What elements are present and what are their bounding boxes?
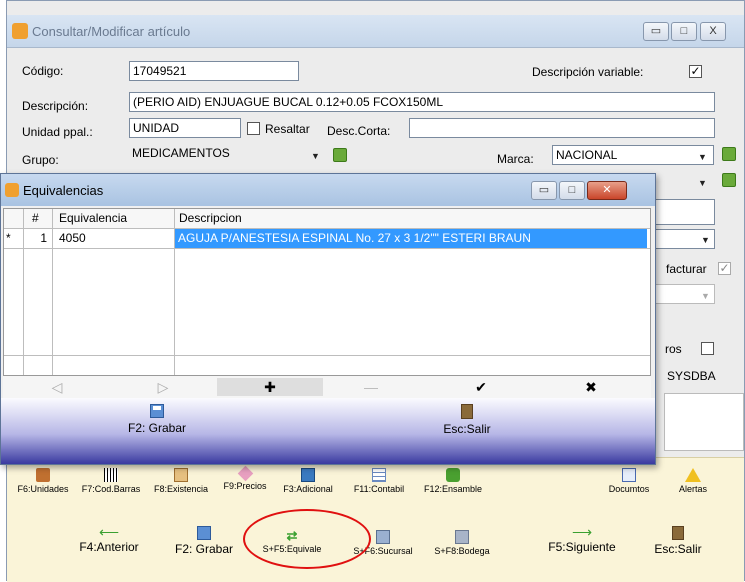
row-num: 1 (40, 231, 47, 245)
resaltar-checkbox[interactable] (247, 122, 260, 135)
resaltar-label: Resaltar (265, 122, 310, 136)
ensamble-button[interactable]: F12:Ensamble (415, 468, 491, 494)
grupo-add-icon[interactable] (333, 148, 347, 162)
warning-icon (685, 468, 701, 482)
dialog-app-icon (5, 183, 19, 197)
window-icon (301, 468, 315, 482)
equivalencias-dialog: Equivalencias ▭ □ ✕ # Equivalencia Descr… (0, 173, 656, 465)
chevron-down-icon[interactable]: ▼ (698, 152, 707, 162)
clipboard-icon (174, 468, 188, 482)
prior-button[interactable]: ◁ (17, 378, 97, 396)
hidden-field-1[interactable] (647, 199, 715, 225)
save-icon (197, 526, 211, 540)
facturar-checkbox[interactable]: ✓ (718, 262, 731, 275)
close-button[interactable]: X (700, 22, 726, 41)
unidad-label: Unidad ppal.: (22, 125, 93, 139)
main-window-title: Consultar/Modificar artículo (32, 24, 191, 39)
dialog-titlebar: Equivalencias ▭ □ ✕ (1, 174, 655, 206)
dialog-exit-button[interactable]: Esc:Salir (427, 404, 507, 436)
grupo-label: Grupo: (22, 153, 59, 167)
alertas-button[interactable]: Alertas (668, 468, 718, 494)
box-icon (36, 468, 50, 482)
descripcion-label: Descripción: (22, 99, 89, 113)
spreadsheet-icon (372, 468, 386, 482)
siguiente-button[interactable]: ⟶ F5:Siguiente (538, 524, 626, 554)
column-header-equivalencia[interactable]: Equivalencia (56, 209, 174, 228)
equivalencias-grid[interactable]: # Equivalencia Descripcion * 1 4050 AGUJ… (3, 208, 651, 376)
marca-add-icon[interactable] (722, 147, 736, 161)
desc-corta-field[interactable] (409, 118, 715, 138)
ros-label: ros (665, 342, 682, 356)
cod-barras-button[interactable]: F7:Cod.Barras (76, 468, 146, 494)
contabil-button[interactable]: F11:Contabil (344, 468, 414, 494)
user-text: SYSDBA (667, 369, 716, 383)
desc-corta-label: Desc.Corta: (327, 124, 391, 138)
door-icon (461, 404, 473, 419)
branch-icon (376, 530, 390, 544)
row-equivalencia[interactable]: 4050 (56, 229, 174, 248)
delete-button[interactable]: — (331, 378, 411, 396)
marca-label: Marca: (497, 152, 534, 166)
door-icon (672, 526, 684, 540)
documentos-button[interactable]: Documtos (598, 468, 660, 494)
row-descripcion[interactable]: AGUJA P/ANESTESIA ESPINAL No. 27 x 3 1/2… (175, 229, 647, 248)
maximize-button[interactable]: □ (671, 22, 697, 41)
navigator-bar: ◁ ▷ ✚ — ✔ ✖ (3, 376, 651, 399)
warehouse-icon (455, 530, 469, 544)
save-icon (150, 404, 164, 418)
add-icon[interactable] (722, 173, 736, 187)
grid-header: # Equivalencia Descripcion (4, 209, 650, 229)
dialog-footer: F2: Grabar Esc:Salir (1, 398, 655, 464)
existencia-button[interactable]: F8:Existencia (150, 468, 212, 494)
marca-value: NACIONAL (556, 148, 618, 162)
column-header-descripcion[interactable]: Descripcion (176, 209, 646, 228)
notes-box[interactable] (664, 393, 744, 451)
dialog-save-button[interactable]: F2: Grabar (117, 404, 197, 435)
arrow-right-icon: ⟶ (571, 524, 593, 540)
post-button[interactable]: ✔ (441, 378, 521, 396)
salir-button[interactable]: Esc:Salir (646, 526, 710, 556)
main-titlebar: Consultar/Modificar artículo ▭ □ X (7, 15, 744, 48)
next-button[interactable]: ▷ (123, 378, 203, 396)
insert-button[interactable]: ✚ (217, 378, 323, 396)
facturar-label: facturar (666, 262, 707, 276)
table-row[interactable]: * 1 4050 AGUJA P/ANESTESIA ESPINAL No. 2… (4, 229, 650, 249)
unidades-button[interactable]: F6:Unidades (12, 468, 74, 494)
chevron-down-icon[interactable]: ▼ (701, 235, 710, 245)
ros-checkbox[interactable] (701, 342, 714, 355)
column-header-num[interactable]: # (28, 209, 52, 228)
descripcion-variable-label: Descripción variable: (532, 65, 644, 79)
barcode-icon (104, 468, 118, 482)
puzzle-icon (446, 468, 460, 482)
dialog-close-button[interactable]: ✕ (587, 181, 627, 200)
unidad-field[interactable]: UNIDAD (129, 118, 241, 138)
grupo-value: MEDICAMENTOS (132, 146, 230, 160)
chevron-down-icon[interactable]: ▼ (311, 151, 320, 161)
adicional-button[interactable]: F3:Adicional (275, 468, 341, 494)
grupo-select[interactable]: MEDICAMENTOS (129, 144, 325, 164)
descripcion-variable-checkbox[interactable]: ✓ (689, 65, 702, 78)
document-icon (622, 468, 636, 482)
descripcion-field[interactable]: (PERIO AID) ENJUAGUE BUCAL 0.12+0.05 FCO… (129, 92, 715, 112)
dialog-title: Equivalencias (23, 183, 104, 198)
dialog-maximize-button[interactable]: □ (559, 181, 585, 200)
minimize-button[interactable]: ▭ (643, 22, 669, 41)
grid-divider (4, 355, 650, 356)
arrow-left-icon: ⟵ (98, 524, 120, 540)
app-icon (12, 23, 28, 39)
bodega-button[interactable]: S+F8:Bodega (430, 530, 494, 556)
anterior-button[interactable]: ⟵ F4:Anterior (70, 524, 148, 554)
highlight-ring (243, 509, 371, 569)
grabar-button[interactable]: F2: Grabar (167, 526, 241, 556)
row-indicator: * (6, 231, 11, 245)
chevron-down-icon[interactable]: ▼ (698, 178, 707, 188)
cancel-button[interactable]: ✖ (551, 378, 631, 396)
marca-select[interactable]: NACIONAL (552, 145, 714, 165)
dialog-minimize-button[interactable]: ▭ (531, 181, 557, 200)
precios-button[interactable]: F9:Precios (214, 465, 276, 491)
codigo-label: Código: (22, 64, 64, 78)
price-tag-icon (237, 465, 253, 482)
codigo-field[interactable]: 17049521 (129, 61, 299, 81)
chevron-down-icon[interactable]: ▼ (701, 291, 710, 301)
